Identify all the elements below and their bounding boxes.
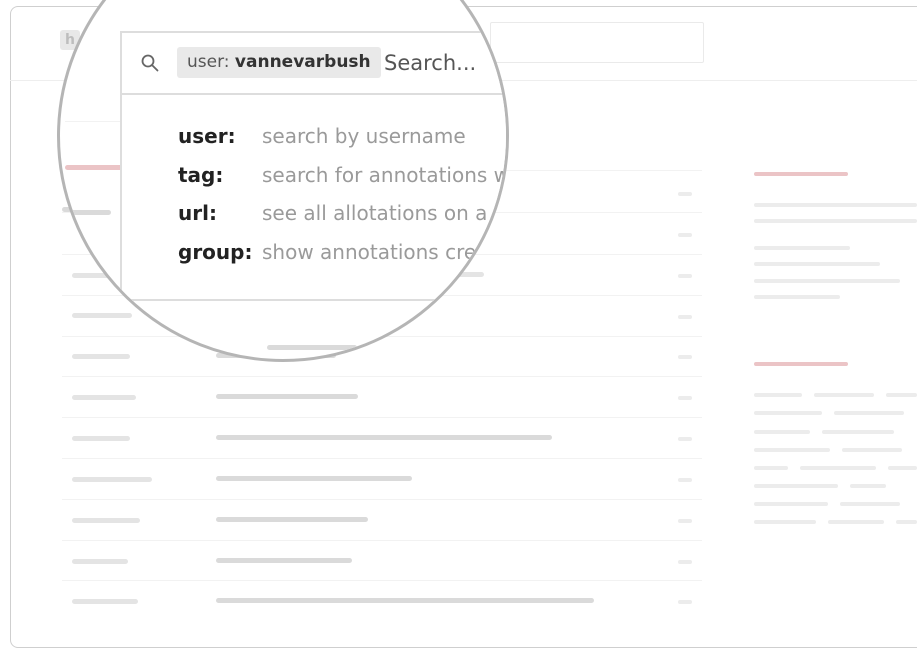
row-text-bar bbox=[216, 476, 412, 481]
sidebar-tag bbox=[754, 466, 788, 470]
suggestion-description: search by username bbox=[262, 124, 466, 148]
row-user-bar bbox=[72, 518, 140, 523]
suggestion-description: search for annotations w bbox=[262, 163, 509, 187]
search-box-background[interactable] bbox=[490, 22, 704, 63]
row-meta-bar bbox=[678, 192, 692, 196]
sidebar-tag bbox=[754, 430, 810, 434]
row-divider bbox=[62, 580, 702, 581]
sidebar-tag bbox=[754, 484, 838, 488]
sidebar-tag bbox=[754, 411, 822, 415]
sidebar-tag bbox=[754, 393, 802, 397]
sidebar-heading-accent bbox=[754, 172, 848, 176]
sidebar-line bbox=[754, 246, 850, 250]
suggestion-description: see all allotations on a bbox=[262, 201, 488, 225]
sidebar-tag bbox=[754, 448, 830, 452]
sidebar-heading-accent bbox=[754, 362, 848, 366]
row-user-bar bbox=[72, 436, 130, 441]
row-meta-bar bbox=[678, 355, 692, 359]
row-meta-bar bbox=[678, 396, 692, 400]
row-text-bar bbox=[216, 558, 352, 563]
row-meta-bar bbox=[678, 519, 692, 523]
sidebar-line bbox=[754, 295, 840, 299]
row-meta-bar bbox=[678, 315, 692, 319]
sidebar-line bbox=[754, 219, 917, 223]
filter-accent bbox=[65, 165, 125, 170]
suggestion-key: tag: bbox=[178, 163, 224, 187]
sidebar-tag bbox=[888, 466, 917, 470]
row-meta-bar bbox=[678, 478, 692, 482]
sidebar-tag bbox=[896, 520, 917, 524]
row-divider bbox=[62, 458, 702, 459]
suggestion-user[interactable]: user: search by username bbox=[178, 122, 466, 150]
sidebar-tag bbox=[754, 502, 828, 506]
sidebar-tag bbox=[814, 393, 874, 397]
row-user-bar bbox=[72, 559, 128, 564]
row-text-bar bbox=[216, 394, 358, 399]
row-divider bbox=[62, 376, 702, 377]
sidebar-line bbox=[754, 279, 900, 283]
row-divider bbox=[65, 121, 125, 122]
search-filter-chip[interactable]: user: vannevarbush bbox=[177, 47, 381, 78]
row-divider bbox=[62, 499, 702, 500]
magnifier-icon bbox=[141, 54, 159, 72]
sidebar-tag bbox=[834, 411, 904, 415]
row-text-bar bbox=[216, 517, 368, 522]
suggestion-key: url: bbox=[178, 201, 217, 225]
sidebar-tag bbox=[886, 393, 917, 397]
row-meta-bar bbox=[678, 437, 692, 441]
suggestion-key: group: bbox=[178, 240, 253, 264]
sidebar-tag bbox=[800, 466, 876, 470]
row-text-bar bbox=[267, 345, 357, 350]
sidebar-tag bbox=[840, 502, 900, 506]
row-divider bbox=[62, 540, 702, 541]
suggestion-group[interactable]: group: show annotations cre bbox=[178, 238, 476, 266]
row-user-bar bbox=[72, 477, 152, 482]
sidebar-tag bbox=[828, 520, 884, 524]
sidebar-tag bbox=[754, 520, 816, 524]
search-dropdown: user: vannevarbush user: search by userna… bbox=[120, 31, 509, 301]
suggestion-key: user: bbox=[178, 124, 236, 148]
search-input-row: user: vannevarbush bbox=[122, 33, 506, 95]
placeholder-bar bbox=[65, 210, 111, 215]
chip-value: vannevarbush bbox=[234, 52, 371, 72]
sidebar-line bbox=[754, 262, 880, 266]
row-meta-bar bbox=[678, 233, 692, 237]
magnifier-lens: user: vannevarbush user: search by userna… bbox=[57, 0, 509, 362]
row-text-bar bbox=[216, 435, 552, 440]
row-text-bar bbox=[216, 598, 594, 603]
suggestion-tag[interactable]: tag: search for annotations w bbox=[178, 161, 509, 189]
row-divider bbox=[62, 417, 702, 418]
row-user-bar bbox=[72, 599, 138, 604]
suggestion-description: show annotations cre bbox=[262, 240, 477, 264]
sidebar-tag bbox=[850, 484, 886, 488]
suggestion-url[interactable]: url: see all allotations on a bbox=[178, 199, 487, 227]
sidebar-tag bbox=[842, 448, 902, 452]
search-input[interactable] bbox=[384, 47, 506, 78]
sidebar-tag bbox=[822, 430, 894, 434]
row-user-bar bbox=[72, 395, 136, 400]
row-meta-bar bbox=[678, 274, 692, 278]
row-meta-bar bbox=[678, 560, 692, 564]
sidebar-line bbox=[754, 203, 917, 207]
row-meta-bar bbox=[678, 600, 692, 604]
chip-prefix: user: bbox=[187, 52, 230, 72]
